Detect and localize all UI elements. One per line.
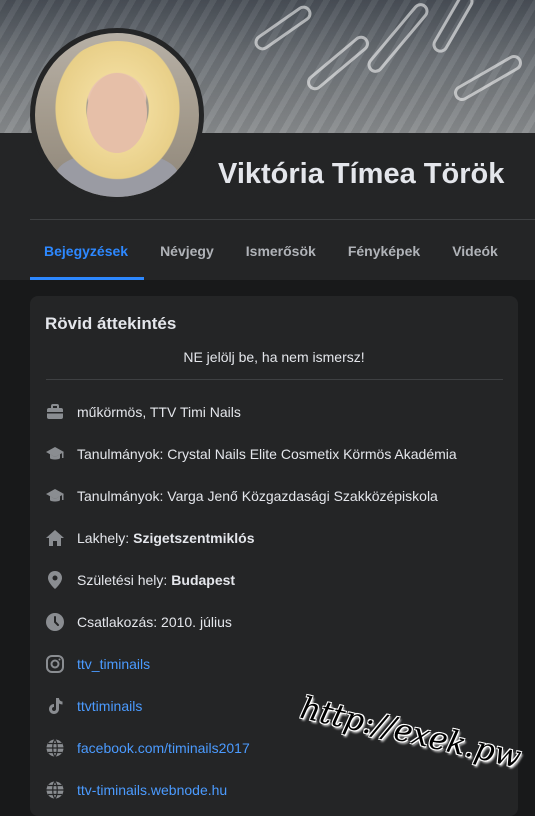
globe-icon	[45, 738, 65, 758]
joined-text: Csatlakozás: 2010. július	[77, 614, 232, 630]
intro-divider	[46, 379, 503, 380]
intro-title: Rövid áttekintés	[45, 314, 177, 333]
home-icon	[45, 528, 65, 548]
tiktok-icon	[45, 696, 65, 716]
tab-posts[interactable]: Bejegyzések	[30, 222, 145, 280]
graduation-cap-icon	[45, 486, 65, 506]
graduation-cap-icon	[45, 444, 65, 464]
website-link[interactable]: ttv-timinails.webnode.hu	[77, 782, 227, 798]
residence-value[interactable]: Szigetszentmiklós	[133, 530, 254, 546]
clock-icon	[45, 612, 65, 632]
instagram-link[interactable]: ttv_timinails	[77, 656, 150, 672]
intro-item-instagram: ttv_timinails	[45, 652, 150, 676]
header-divider	[30, 219, 535, 220]
intro-item-education: Tanulmányok: Varga Jenő Közgazdasági Sza…	[45, 484, 438, 508]
avatar[interactable]	[30, 28, 204, 202]
tab-friends[interactable]: Ismerősök	[230, 222, 332, 280]
profile-name: Viktória Tímea Török	[218, 158, 505, 190]
birthplace-label: Születési hely:	[77, 572, 168, 588]
tab-videos[interactable]: Videók	[436, 222, 514, 280]
tab-photos[interactable]: Fényképek	[332, 222, 436, 280]
intro-bio: NE jelölj be, ha nem ismersz!	[183, 349, 365, 365]
briefcase-icon	[45, 402, 65, 422]
intro-item-birthplace: Születési hely: Budapest	[45, 568, 235, 592]
instagram-icon	[45, 654, 65, 674]
work-text: műkörmös, TTV Timi Nails	[77, 404, 241, 420]
intro-item-joined: Csatlakozás: 2010. július	[45, 610, 232, 634]
location-pin-icon	[45, 570, 65, 590]
education-text: Tanulmányok: Crystal Nails Elite Cosmeti…	[77, 446, 457, 462]
intro-item-residence: Lakhely: Szigetszentmiklós	[45, 526, 255, 550]
intro-item-education: Tanulmányok: Crystal Nails Elite Cosmeti…	[45, 442, 457, 466]
intro-item-tiktok: ttvtiminails	[45, 694, 142, 718]
intro-item-website: ttv-timinails.webnode.hu	[45, 778, 227, 802]
website-link[interactable]: facebook.com/timinails2017	[77, 740, 250, 756]
intro-item-website: facebook.com/timinails2017	[45, 736, 250, 760]
education-text: Tanulmányok: Varga Jenő Közgazdasági Sza…	[77, 488, 438, 504]
birthplace-value[interactable]: Budapest	[171, 572, 235, 588]
intro-item-work: műkörmös, TTV Timi Nails	[45, 400, 241, 424]
residence-label: Lakhely:	[77, 530, 130, 546]
globe-icon	[45, 780, 65, 800]
photo-face	[87, 73, 147, 153]
tiktok-link[interactable]: ttvtiminails	[77, 698, 142, 714]
profile-tabs: Bejegyzések Névjegy Ismerősök Fényképek …	[30, 222, 514, 280]
tab-about[interactable]: Névjegy	[144, 222, 230, 280]
profile-photo	[35, 33, 199, 197]
